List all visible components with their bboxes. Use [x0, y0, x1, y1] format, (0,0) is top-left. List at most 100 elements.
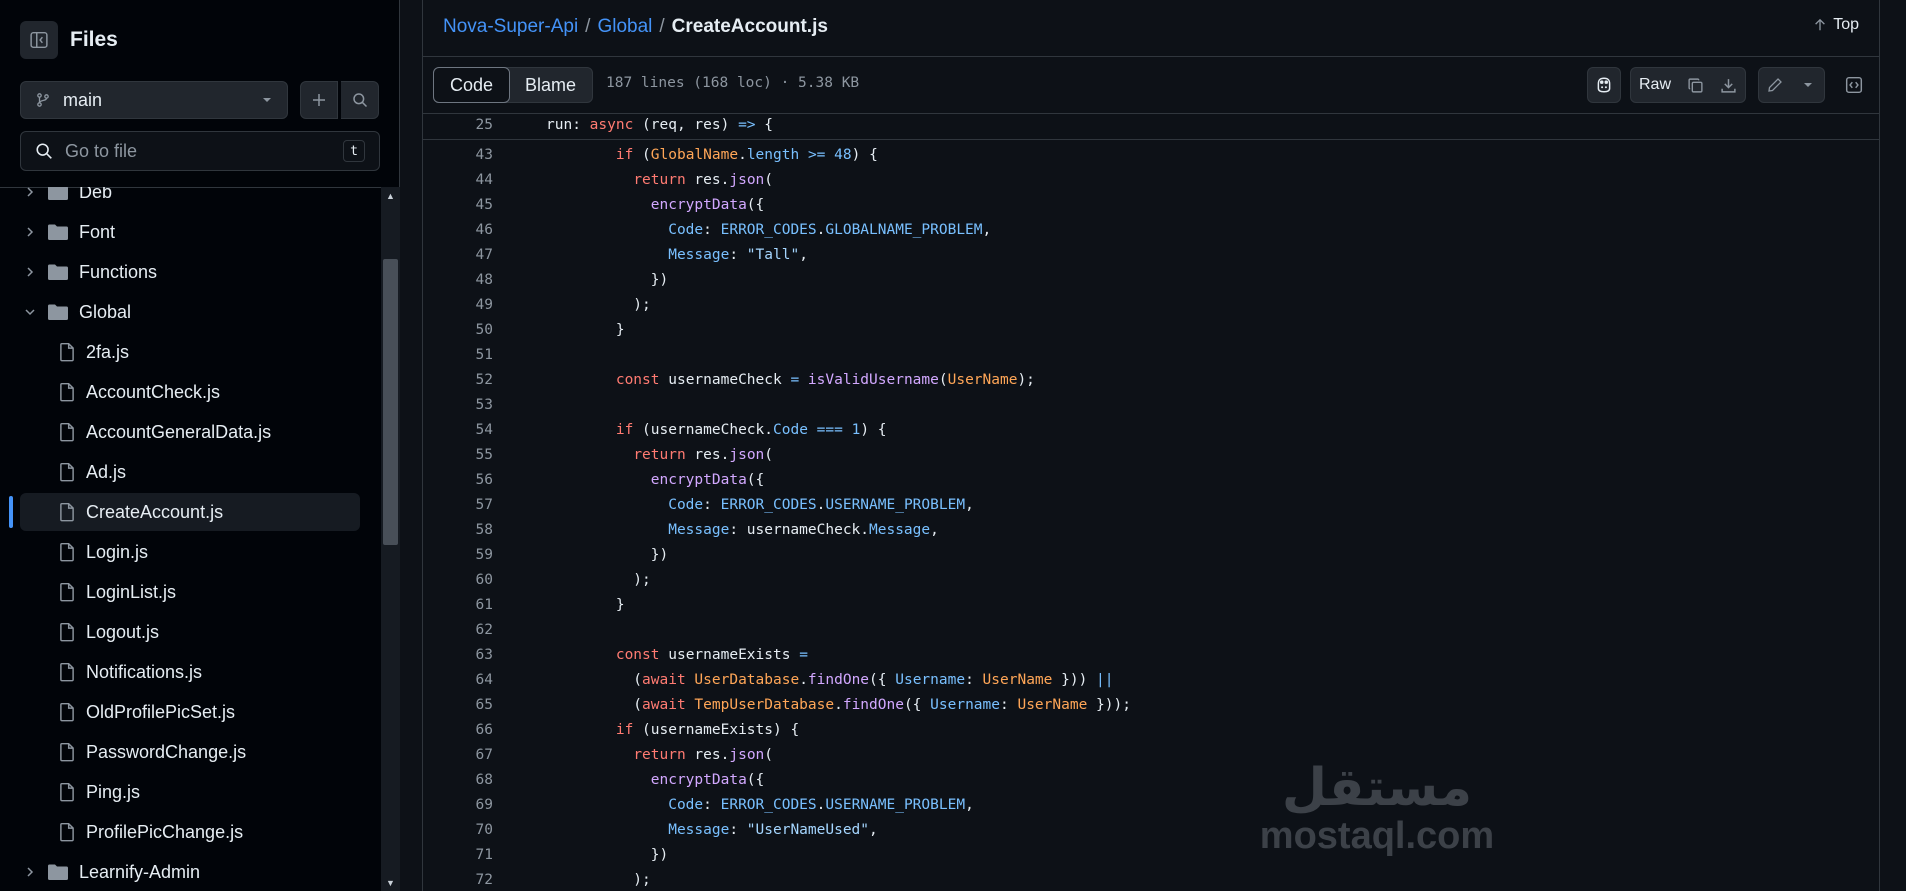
tab-code[interactable]: Code: [433, 67, 511, 103]
tree-item-label: Functions: [79, 261, 158, 282]
breadcrumb-separator: /: [659, 16, 665, 37]
tree-item-label: Logout.js: [86, 621, 160, 642]
sticky-scope-line: 25 run: async (req, res) => {: [423, 114, 1879, 140]
tree-folder[interactable]: Functions: [20, 253, 360, 291]
tree-item-label: Ad.js: [86, 461, 127, 482]
code-line: encryptData({: [650, 472, 765, 488]
line-number[interactable]: 59: [423, 547, 493, 563]
go-to-file-input[interactable]: [63, 139, 343, 163]
line-number[interactable]: 52: [423, 372, 493, 388]
line-number[interactable]: 45: [423, 197, 493, 213]
header-divider: [423, 56, 1879, 57]
line-number[interactable]: 57: [423, 497, 493, 513]
raw-button[interactable]: Raw: [1630, 67, 1680, 103]
collapse-sidebar-button[interactable]: [20, 21, 58, 59]
code-line: const usernameCheck = isValidUsername(Us…: [615, 372, 1035, 388]
breadcrumb-repo-link[interactable]: Nova-Super-Api: [443, 16, 578, 38]
tree-file[interactable]: 2fa.js: [20, 333, 360, 371]
line-number[interactable]: 68: [423, 772, 493, 788]
search-code-button[interactable]: [341, 81, 379, 119]
tree-item-label: Font: [79, 221, 116, 242]
line-number[interactable]: 63: [423, 647, 493, 663]
line-number[interactable]: 64: [423, 672, 493, 688]
chevron-right-icon[interactable]: [20, 266, 40, 278]
line-number[interactable]: 25: [423, 117, 493, 133]
line-number[interactable]: 51: [423, 347, 493, 363]
tree-file[interactable]: Login.js: [20, 533, 360, 571]
tree-file[interactable]: Ad.js: [20, 453, 360, 491]
line-number[interactable]: 58: [423, 522, 493, 538]
line-number[interactable]: 48: [423, 272, 493, 288]
chevron-right-icon[interactable]: [20, 187, 40, 198]
line-number[interactable]: 65: [423, 697, 493, 713]
line-number[interactable]: 62: [423, 622, 493, 638]
breadcrumb-folder-link[interactable]: Global: [597, 16, 652, 38]
line-number[interactable]: 43: [423, 147, 493, 163]
scroll-down-arrow[interactable]: ▼: [385, 878, 396, 889]
tree-file[interactable]: AccountCheck.js: [20, 373, 360, 411]
line-number[interactable]: 46: [423, 222, 493, 238]
code-line: }: [546, 322, 625, 338]
code-line: }: [546, 597, 625, 613]
tree-file[interactable]: CreateAccount.js: [20, 493, 360, 531]
line-number[interactable]: 69: [423, 797, 493, 813]
line-number[interactable]: 66: [423, 722, 493, 738]
line-number[interactable]: 44: [423, 172, 493, 188]
tree-item-label: 2fa.js: [86, 341, 130, 362]
tree-item-label: Global: [79, 301, 132, 322]
breadcrumb-separator: /: [585, 16, 591, 37]
line-number[interactable]: 60: [423, 572, 493, 588]
line-number[interactable]: 54: [423, 422, 493, 438]
branch-selector[interactable]: main: [20, 81, 288, 119]
tree-folder[interactable]: Deb: [20, 187, 360, 211]
tree-file[interactable]: OldProfilePicSet.js: [20, 693, 360, 731]
file-icon: [58, 542, 76, 562]
tree-file[interactable]: ProfilePicChange.js: [20, 813, 360, 851]
line-number[interactable]: 71: [423, 847, 493, 863]
tree-file[interactable]: PasswordChange.js: [20, 733, 360, 771]
line-number[interactable]: 67: [423, 747, 493, 763]
code-line: run: async (req, res) => {: [546, 117, 774, 133]
tree-folder[interactable]: Font: [20, 213, 360, 251]
line-number[interactable]: 49: [423, 297, 493, 313]
line-number[interactable]: 50: [423, 322, 493, 338]
add-file-button[interactable]: [300, 81, 338, 119]
tree-file[interactable]: LoginList.js: [20, 573, 360, 611]
line-number[interactable]: 70: [423, 822, 493, 838]
copy-raw-button[interactable]: [1679, 67, 1713, 103]
tree-file[interactable]: Logout.js: [20, 613, 360, 651]
chevron-right-icon[interactable]: [20, 866, 40, 878]
tree-file[interactable]: AccountGeneralData.js: [20, 413, 360, 451]
tree-folder[interactable]: Global: [20, 293, 360, 331]
line-number[interactable]: 55: [423, 447, 493, 463]
edit-file-button[interactable]: [1758, 67, 1792, 103]
code-line: (await UserDatabase.findOne({ Username: …: [546, 672, 1114, 688]
tab-blame[interactable]: Blame: [509, 68, 592, 102]
tree-scroll-thumb[interactable]: [383, 259, 398, 545]
file-icon: [58, 382, 76, 402]
line-number[interactable]: 53: [423, 397, 493, 413]
symbols-panel-button[interactable]: [1837, 67, 1871, 103]
tree-item-label: Learnify-Admin: [79, 861, 201, 882]
scroll-to-top-button[interactable]: Top: [1813, 16, 1859, 34]
selected-indicator: [9, 496, 13, 528]
line-number[interactable]: 47: [423, 247, 493, 263]
chevron-down-icon[interactable]: [20, 306, 40, 318]
chevron-right-icon[interactable]: [20, 226, 40, 238]
file-icon: [58, 702, 76, 722]
edit-options-dropdown[interactable]: [1791, 67, 1825, 103]
line-number[interactable]: 72: [423, 872, 493, 888]
line-number[interactable]: 56: [423, 472, 493, 488]
tree-item-label: OldProfilePicSet.js: [86, 701, 236, 722]
code-line: return res.json(: [633, 747, 774, 763]
download-button[interactable]: [1712, 67, 1746, 103]
copilot-button[interactable]: [1587, 67, 1621, 103]
go-to-file-search[interactable]: t: [20, 131, 380, 171]
tree-item-label: Deb: [79, 187, 113, 202]
scroll-up-arrow[interactable]: ▲: [385, 191, 396, 202]
tree-file[interactable]: Notifications.js: [20, 653, 360, 691]
tree-file[interactable]: Ping.js: [20, 773, 360, 811]
tree-folder[interactable]: Learnify-Admin: [20, 853, 360, 891]
line-number[interactable]: 61: [423, 597, 493, 613]
caret-down-icon: [263, 98, 271, 102]
